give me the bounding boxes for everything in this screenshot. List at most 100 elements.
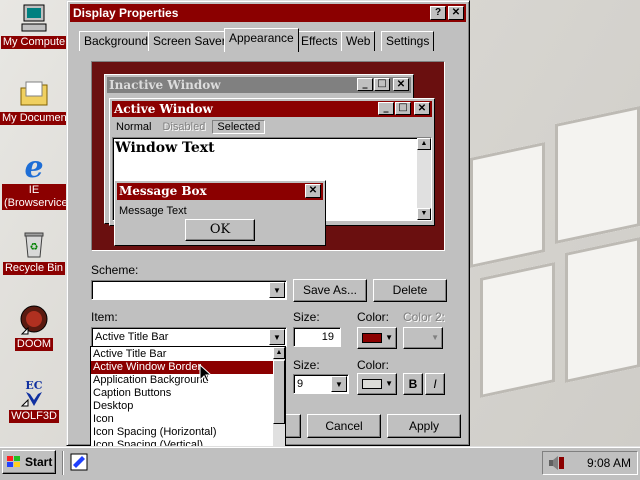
chevron-down-icon: ▼	[431, 333, 439, 342]
font-color-picker[interactable]: ▼	[357, 373, 397, 395]
desktop-icon-doom[interactable]: DOOM	[0, 304, 68, 354]
scheme-label: Scheme:	[91, 263, 139, 277]
chevron-down-icon[interactable]: ▼	[331, 376, 347, 392]
taskbar: Start 9:08 AM	[0, 446, 640, 480]
preview-msgbox-title-bar: Message Box ✕	[117, 183, 323, 200]
color2-label: Color 2:	[403, 310, 446, 324]
item-list-option[interactable]: Active Title Bar	[91, 348, 273, 361]
item-label: Item:	[91, 310, 118, 324]
preview-msgbox-text: Message Text	[119, 205, 187, 217]
preview-msgbox-title: Message Box	[119, 184, 207, 198]
item-list-option[interactable]: Application Background	[91, 374, 273, 387]
windows-logo-icon	[7, 456, 20, 467]
preview-menu-selected: Selected	[212, 120, 266, 134]
scroll-thumb[interactable]	[273, 360, 285, 424]
desktop-icon-label: My Documen	[0, 112, 68, 125]
chevron-down-icon[interactable]: ▼	[269, 329, 285, 345]
start-label: Start	[25, 455, 53, 469]
mouse-cursor-icon	[199, 364, 213, 383]
color2-picker[interactable]: ▼	[403, 327, 443, 349]
desktop-icon-my-documents[interactable]: My Documen	[0, 78, 68, 128]
color-picker[interactable]: ▼	[357, 327, 397, 349]
preview-scrollbar: ▲ ▼	[417, 138, 431, 220]
tab-settings[interactable]: Settings	[381, 31, 435, 51]
preview-inactive-title: Inactive Window	[109, 78, 221, 92]
scheme-dropdown[interactable]: ▼	[91, 280, 287, 300]
bold-button[interactable]: B	[403, 373, 423, 395]
item-list-option[interactable]: Icon	[91, 413, 273, 426]
item-dropdown[interactable]: Active Title Bar ▼	[91, 327, 287, 347]
preview-message-box: Message Box ✕ Message Text OK	[114, 180, 326, 246]
italic-button[interactable]: I	[425, 373, 445, 395]
svg-text:EC: EC	[25, 379, 42, 392]
desktop-icon-wolf3d[interactable]: EC WOLF3D	[0, 376, 68, 426]
svg-text:♻: ♻	[30, 242, 39, 253]
wallpaper-pane	[565, 237, 640, 383]
color-swatch	[362, 379, 382, 389]
preview-active-title-bar: Active Window _ □ ✕	[112, 101, 432, 117]
system-tray: 9:08 AM	[542, 451, 638, 475]
chevron-down-icon: ▼	[385, 379, 393, 388]
minimize-icon: _	[357, 78, 373, 91]
close-button[interactable]: ✕	[448, 6, 464, 20]
size-spinner[interactable]: 19	[293, 327, 341, 347]
preview-ok-button: OK	[185, 219, 255, 241]
desktop-icon-recycle-bin[interactable]: ♻ Recycle Bin	[0, 228, 68, 278]
start-button[interactable]: Start	[2, 450, 56, 474]
volume-icon[interactable]	[547, 455, 565, 471]
ie-icon: e	[24, 150, 43, 182]
preview-menu-bar: Normal Disabled Selected	[112, 119, 266, 135]
chevron-down-icon[interactable]: ▼	[269, 282, 285, 298]
font-size-label: Size:	[293, 358, 320, 372]
preview-window-text: Window Text	[115, 140, 215, 156]
close-icon: ✕	[414, 102, 430, 115]
apply-button[interactable]: Apply	[387, 414, 461, 438]
desktop-icon-my-computer[interactable]: My Compute	[0, 2, 68, 52]
quick-launch-icon[interactable]	[70, 453, 88, 471]
size-label: Size:	[293, 310, 320, 324]
tab-appearance[interactable]: Appearance	[224, 28, 299, 52]
item-list-option[interactable]: Caption Buttons	[91, 387, 273, 400]
scroll-up-icon[interactable]: ▲	[273, 347, 285, 359]
tab-effects[interactable]: Effects	[296, 31, 343, 51]
color-label: Color:	[357, 310, 390, 324]
wallpaper-pane	[470, 142, 545, 268]
tab-background[interactable]: Background	[79, 31, 154, 51]
size-value: 19	[321, 331, 334, 343]
folder-icon	[20, 81, 48, 106]
doom-icon	[20, 305, 48, 335]
tab-web[interactable]: Web	[341, 31, 376, 51]
preview-active-title: Active Window	[114, 102, 213, 116]
scroll-down-icon: ▼	[417, 208, 431, 220]
title-bar[interactable]: Display Properties ? ✕	[70, 4, 466, 22]
font-size-dropdown[interactable]: 9 ▼	[293, 374, 349, 394]
maximize-icon: □	[395, 102, 411, 115]
desktop-icon-ie[interactable]: e IE (Browservice	[0, 150, 68, 213]
preview-menu-disabled: Disabled	[162, 121, 206, 133]
quick-launch-divider	[62, 451, 64, 475]
recycle-bin-icon: ♻	[24, 232, 44, 258]
close-icon: ✕	[305, 184, 321, 198]
close-icon: ✕	[393, 78, 409, 91]
save-as-button[interactable]: Save As...	[293, 279, 367, 302]
font-size-value: 9	[297, 378, 304, 390]
item-list-option[interactable]: Icon Spacing (Horizontal)	[91, 426, 273, 439]
help-button[interactable]: ?	[430, 6, 446, 20]
item-list-option[interactable]: Desktop	[91, 400, 273, 413]
chevron-down-icon: ▼	[385, 333, 393, 342]
delete-button[interactable]: Delete	[373, 279, 447, 302]
wallpaper-pane	[480, 262, 555, 398]
computer-icon	[21, 4, 47, 32]
font-color-label: Color:	[357, 358, 390, 372]
appearance-preview[interactable]: Inactive Window _ □ ✕ Active Window _ □ …	[91, 61, 445, 251]
preview-menu-normal: Normal	[116, 121, 152, 133]
tab-screen-saver[interactable]: Screen Saver	[148, 31, 231, 51]
cancel-button[interactable]: Cancel	[307, 414, 381, 438]
item-list-option[interactable]: Active Window Border	[91, 361, 273, 374]
desktop-icon-label: Recycle Bin	[2, 262, 66, 275]
color-swatch	[362, 333, 382, 343]
svg-text:e: e	[24, 150, 43, 182]
window-title: Display Properties	[73, 6, 179, 20]
clock[interactable]: 9:08 AM	[587, 456, 631, 470]
wolf3d-icon: EC	[20, 379, 43, 407]
